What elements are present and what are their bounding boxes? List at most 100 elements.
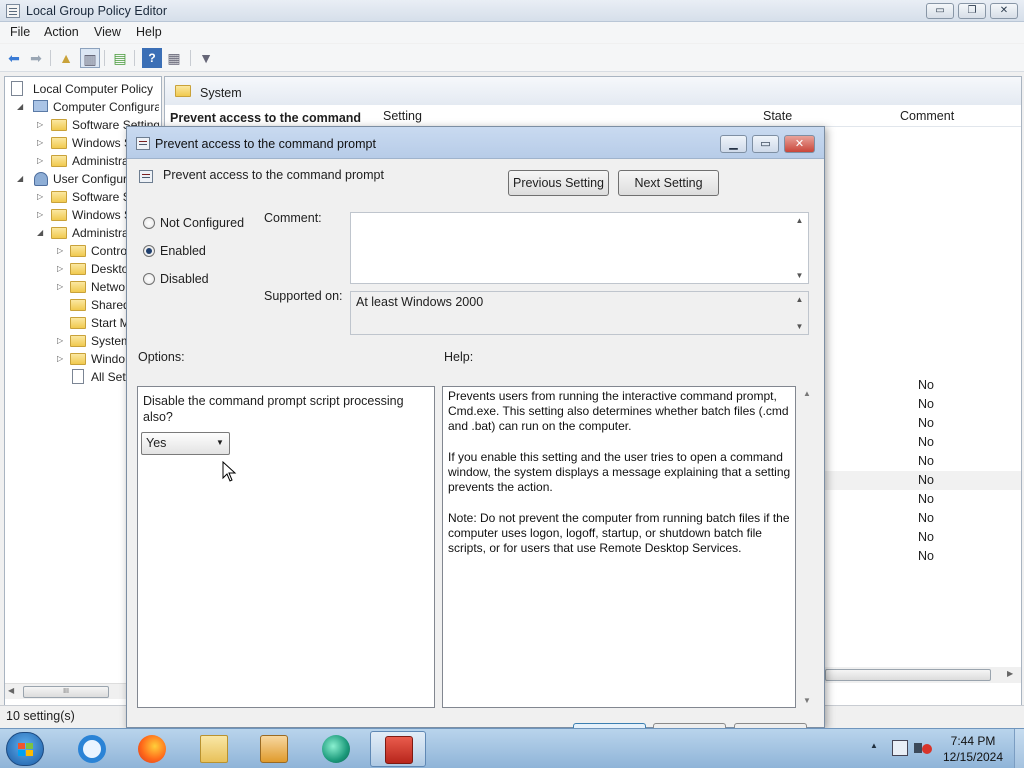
scroll-right-icon[interactable]: ▶: [1007, 669, 1013, 678]
media-player-icon: [260, 735, 288, 763]
folder-icon: [70, 335, 86, 347]
menu-action[interactable]: Action: [44, 25, 79, 39]
collapsed-arrow-icon: ▷: [37, 210, 44, 219]
taskbar-media-app[interactable]: [308, 731, 364, 767]
toolbar: ⬅ ➡ ▲ ▥ ▤ ? ▦ ▼: [0, 44, 1024, 72]
show-desktop-button[interactable]: [1014, 729, 1024, 768]
folder-header: System: [165, 77, 1021, 105]
start-button[interactable]: [6, 732, 44, 766]
toolbar-separator: [134, 50, 135, 66]
expanded-arrow-icon: ◢: [17, 102, 24, 111]
folder-icon: [70, 245, 86, 257]
column-comment[interactable]: Comment: [900, 109, 954, 123]
help-text: Prevents users from running the interact…: [448, 389, 791, 556]
filter-icon[interactable]: ▼: [196, 48, 216, 68]
close-icon: ✕: [999, 5, 1009, 16]
close-icon: ✕: [794, 138, 805, 150]
scroll-down-icon[interactable]: ▼: [791, 322, 808, 331]
back-arrow-icon[interactable]: ⬅: [4, 48, 24, 68]
show-hide-tree-icon[interactable]: ▥: [80, 48, 100, 68]
properties-icon[interactable]: ▦: [164, 48, 184, 68]
options-label: Options:: [138, 350, 185, 364]
radio-disabled[interactable]: [143, 273, 155, 285]
column-state[interactable]: State: [763, 109, 792, 123]
folder-icon: [70, 263, 86, 275]
tree-item-local-computer-policy[interactable]: Local Computer Policy: [9, 80, 159, 98]
help-panel: Prevents users from running the interact…: [442, 386, 796, 708]
supported-on-label: Supported on:: [264, 289, 343, 303]
radio-not-configured[interactable]: [143, 217, 155, 229]
title-bar: Local Group Policy Editor ▭ ❐ ✕: [0, 0, 1024, 22]
previous-setting-button[interactable]: Previous Setting: [508, 170, 609, 196]
radio-disabled-label[interactable]: Disabled: [160, 272, 209, 286]
maximize-button[interactable]: ❐: [958, 3, 986, 19]
scroll-thumb[interactable]: [825, 669, 991, 681]
taskbar-group-policy-editor[interactable]: [370, 731, 426, 767]
file-explorer-icon: [200, 735, 228, 763]
minimize-button[interactable]: ▭: [926, 3, 954, 19]
network-icon[interactable]: [892, 740, 908, 756]
comment-textarea[interactable]: ▲ ▼: [350, 212, 809, 284]
setting-name: Prevent access to the command prompt: [163, 168, 384, 182]
next-setting-button[interactable]: Next Setting: [618, 170, 719, 196]
scroll-thumb[interactable]: III: [23, 686, 109, 698]
menu-file[interactable]: File: [10, 25, 30, 39]
column-header: Setting State Comment: [365, 105, 1021, 127]
option-dropdown-value: Yes: [146, 436, 167, 450]
help-label: Help:: [444, 350, 474, 364]
option-dropdown[interactable]: Yes ▼: [141, 432, 230, 455]
system-clock[interactable]: 7:44 PM 12/15/2024: [928, 733, 1018, 765]
scroll-up-icon[interactable]: ▲: [791, 295, 808, 304]
policy-doc-icon: [11, 81, 23, 96]
forward-arrow-icon[interactable]: ➡: [26, 48, 46, 68]
toolbar-separator: [50, 50, 51, 66]
expanded-arrow-icon: ◢: [17, 174, 24, 183]
supported-on-value: At least Windows 2000: [356, 295, 484, 309]
up-folder-icon[interactable]: ▲: [56, 48, 76, 68]
taskbar-firefox[interactable]: [124, 731, 180, 767]
radio-enabled-label[interactable]: Enabled: [160, 244, 206, 258]
scroll-up-icon[interactable]: ▲: [803, 389, 811, 398]
mouse-cursor-icon: [222, 461, 237, 482]
group-policy-editor-icon: [385, 736, 413, 764]
scroll-down-icon[interactable]: ▼: [803, 696, 811, 705]
dialog-title: Prevent access to the command prompt: [155, 137, 376, 151]
menu-view[interactable]: View: [94, 25, 121, 39]
folder-icon: [51, 137, 67, 149]
show-hidden-icons-button[interactable]: ▲: [870, 741, 878, 750]
scroll-up-icon[interactable]: ▲: [791, 216, 808, 225]
collapsed-arrow-icon: ▷: [57, 282, 64, 291]
maximize-icon: ▭: [760, 138, 771, 150]
supported-scrollbar[interactable]: ▲ ▼: [791, 292, 808, 334]
comment-scrollbar[interactable]: ▲ ▼: [791, 213, 808, 283]
column-setting[interactable]: Setting: [383, 109, 422, 123]
comment-label: Comment:: [264, 211, 322, 225]
help-scrollbar[interactable]: ▲ ▼: [799, 386, 816, 708]
policy-setting-icon: [136, 137, 150, 150]
folder-open-icon: [175, 85, 191, 97]
scroll-left-icon[interactable]: ◀: [8, 686, 14, 695]
gpedit-app-icon: [6, 4, 20, 18]
computer-icon: [33, 100, 48, 112]
setting-icon: [139, 170, 153, 183]
taskbar-media-player[interactable]: [246, 731, 302, 767]
help-icon[interactable]: ?: [142, 48, 162, 68]
taskbar-internet-explorer[interactable]: [64, 731, 120, 767]
menu-help[interactable]: Help: [136, 25, 162, 39]
status-text: 10 setting(s): [6, 709, 75, 723]
export-list-icon[interactable]: ▤: [110, 48, 130, 68]
radio-enabled[interactable]: [143, 245, 155, 257]
comment-cell: No: [918, 511, 934, 525]
settings-horizontal-scrollbar[interactable]: ▶: [815, 667, 1021, 683]
dialog-maximize-button[interactable]: ▭: [752, 135, 779, 153]
radio-not-configured-label[interactable]: Not Configured: [160, 216, 244, 230]
dialog-close-button[interactable]: ✕: [784, 135, 815, 153]
close-button[interactable]: ✕: [990, 3, 1018, 19]
taskbar-file-explorer[interactable]: [186, 731, 242, 767]
folder-icon: [51, 191, 67, 203]
dialog-minimize-button[interactable]: ▁: [720, 135, 747, 153]
tree-item-computer-configuration[interactable]: ◢ Computer Configura: [9, 98, 159, 116]
comment-cell: No: [918, 530, 934, 544]
comment-cell: No: [918, 416, 934, 430]
scroll-down-icon[interactable]: ▼: [791, 271, 808, 280]
